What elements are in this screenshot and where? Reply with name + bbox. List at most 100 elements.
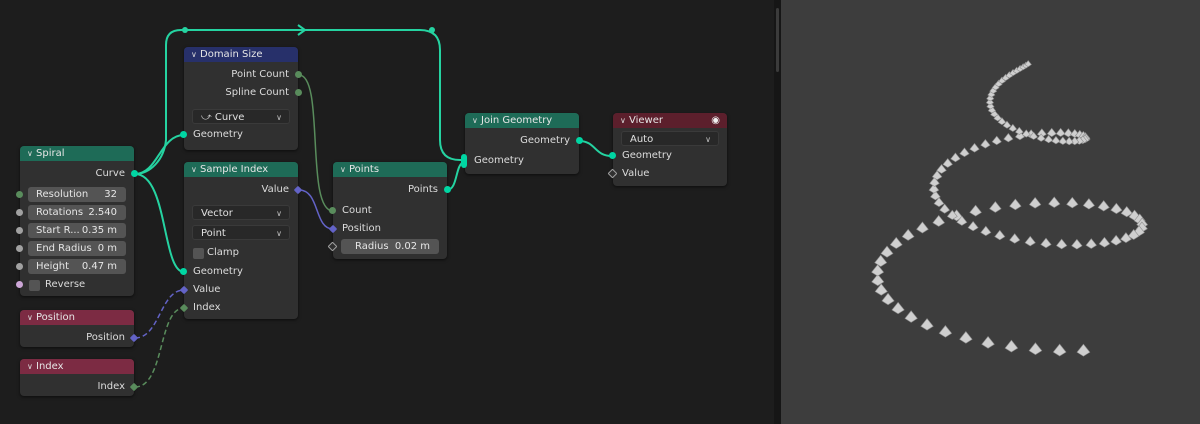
index-input: Index bbox=[179, 300, 298, 316]
position-input: Position bbox=[328, 221, 447, 237]
point-instance bbox=[1015, 126, 1024, 135]
data-type-dropdown[interactable]: Vector ∨ bbox=[192, 205, 290, 220]
spiral-header[interactable]: ∨ Spiral bbox=[20, 146, 134, 161]
reverse-checkbox[interactable] bbox=[29, 280, 40, 291]
multi-input-socket[interactable] bbox=[461, 154, 467, 168]
eye-icon[interactable]: ◉ bbox=[711, 113, 720, 128]
join-geometry-node[interactable]: ∨ Join Geometry Geometry Geometry bbox=[461, 113, 583, 174]
point-instance bbox=[920, 318, 934, 331]
socket[interactable] bbox=[16, 245, 23, 252]
sample-index-node[interactable]: ∨ Sample Index Value Vector ∨ Point ∨ Clamp… bbox=[179, 162, 303, 319]
clamp-checkbox[interactable] bbox=[193, 248, 204, 259]
join-geometry-header[interactable]: ∨ Join Geometry bbox=[465, 113, 579, 128]
socket[interactable] bbox=[16, 209, 23, 216]
spiral-points-preview bbox=[871, 60, 1149, 357]
socket[interactable] bbox=[295, 71, 302, 78]
socket[interactable] bbox=[16, 227, 23, 234]
socket[interactable] bbox=[576, 137, 583, 144]
value-input: Value bbox=[179, 282, 298, 298]
dropdown-arrow-icon: ∨ bbox=[276, 113, 282, 122]
point-instance bbox=[980, 139, 991, 149]
point-instance bbox=[881, 292, 895, 306]
node-editor[interactable]: ∨ Domain Size Point Count Spline Count ⤻ … bbox=[0, 0, 774, 424]
collapse-chevron-icon[interactable]: ∨ bbox=[340, 162, 349, 177]
point-instance bbox=[1085, 238, 1097, 249]
height-field[interactable]: Height 0.47 m bbox=[16, 259, 126, 274]
point-instance bbox=[1055, 127, 1066, 137]
points-node[interactable]: ∨ Points Points Count Position Radius 0.02… bbox=[327, 162, 451, 259]
position-node[interactable]: ∨ Position Position bbox=[20, 310, 139, 347]
collapse-chevron-icon[interactable]: ∨ bbox=[27, 146, 36, 161]
point-instance bbox=[932, 214, 945, 227]
socket[interactable] bbox=[329, 207, 336, 214]
spline-count-output: Spline Count bbox=[184, 85, 302, 101]
point-instance bbox=[1051, 135, 1061, 145]
point-instance bbox=[1110, 202, 1123, 215]
geometry-input: Geometry bbox=[180, 264, 298, 280]
point-instance bbox=[1082, 198, 1095, 210]
3d-viewport[interactable] bbox=[781, 0, 1200, 424]
point-instance bbox=[901, 228, 915, 241]
socket[interactable] bbox=[180, 268, 187, 275]
socket[interactable] bbox=[16, 191, 23, 198]
dropdown-arrow-icon: ∨ bbox=[276, 209, 282, 218]
point-count-output: Point Count bbox=[184, 67, 302, 83]
point-instance bbox=[874, 254, 888, 267]
socket[interactable] bbox=[609, 152, 616, 159]
viewer-node[interactable]: ∨ Viewer ◉ Auto ∨ Geometry Value bbox=[607, 113, 727, 186]
position-header[interactable]: ∨ Position bbox=[20, 310, 134, 325]
domain-size-header[interactable]: ∨ Domain Size bbox=[184, 47, 298, 62]
point-instance bbox=[981, 335, 995, 349]
end-radius-field[interactable]: End Radius 0 m bbox=[16, 241, 126, 256]
area-separator[interactable] bbox=[774, 0, 781, 424]
point-instance bbox=[1004, 339, 1019, 353]
start-radius-field[interactable]: Start R... 0.35 m bbox=[16, 223, 126, 238]
point-instance bbox=[950, 152, 961, 163]
collapse-chevron-icon[interactable]: ∨ bbox=[472, 113, 481, 128]
point-instance bbox=[1009, 198, 1022, 211]
domain-size-node[interactable]: ∨ Domain Size Point Count Spline Count ⤻ … bbox=[180, 47, 302, 150]
point-instance bbox=[1009, 233, 1021, 244]
collapse-chevron-icon[interactable]: ∨ bbox=[191, 162, 200, 177]
index-header[interactable]: ∨ Index bbox=[20, 359, 134, 374]
point-instance bbox=[1024, 235, 1036, 247]
resolution-field[interactable]: Resolution 32 bbox=[16, 187, 126, 202]
collapse-chevron-icon[interactable]: ∨ bbox=[620, 113, 629, 128]
geometry-input: Geometry bbox=[609, 148, 727, 164]
socket[interactable] bbox=[131, 170, 138, 177]
socket[interactable] bbox=[16, 263, 23, 270]
scrollbar[interactable] bbox=[776, 8, 779, 72]
radius-field[interactable]: Radius 0.02 m bbox=[327, 239, 439, 254]
reverse-input: Reverse bbox=[16, 277, 134, 293]
index-node[interactable]: ∨ Index Index bbox=[20, 359, 139, 396]
socket[interactable] bbox=[444, 186, 451, 193]
domain-dropdown[interactable]: Point ∨ bbox=[192, 225, 290, 240]
point-instance bbox=[916, 221, 929, 234]
points-header[interactable]: ∨ Points bbox=[333, 162, 447, 177]
rotations-field[interactable]: Rotations 2.540 bbox=[16, 205, 126, 220]
point-instance bbox=[1048, 196, 1061, 208]
socket[interactable] bbox=[16, 281, 23, 288]
spiral-node[interactable]: ∨ Spiral Curve Resolution 32 Rotations 2.54… bbox=[16, 146, 138, 296]
collapse-chevron-icon[interactable]: ∨ bbox=[27, 310, 36, 325]
socket[interactable] bbox=[180, 131, 187, 138]
collapse-chevron-icon[interactable]: ∨ bbox=[191, 47, 200, 62]
point-instance bbox=[1003, 132, 1014, 143]
geometry-output: Geometry bbox=[465, 133, 583, 149]
viewer-header[interactable]: ∨ Viewer ◉ bbox=[613, 113, 727, 128]
curve-output: Curve bbox=[20, 166, 138, 182]
point-instance bbox=[994, 229, 1006, 241]
point-instance bbox=[1066, 196, 1079, 209]
geometry-input: Geometry bbox=[461, 153, 579, 169]
point-instance bbox=[1040, 237, 1052, 249]
collapse-chevron-icon[interactable]: ∨ bbox=[27, 359, 36, 374]
socket[interactable] bbox=[295, 89, 302, 96]
point-instance bbox=[874, 283, 888, 296]
point-instance bbox=[891, 301, 905, 315]
sample-index-header[interactable]: ∨ Sample Index bbox=[184, 162, 298, 177]
component-dropdown[interactable]: ⤻ Curve ∨ bbox=[192, 109, 290, 124]
viewer-domain-dropdown[interactable]: Auto ∨ bbox=[621, 131, 719, 146]
point-instance bbox=[1028, 197, 1042, 209]
point-instance bbox=[1098, 236, 1111, 248]
point-instance bbox=[1076, 343, 1091, 357]
